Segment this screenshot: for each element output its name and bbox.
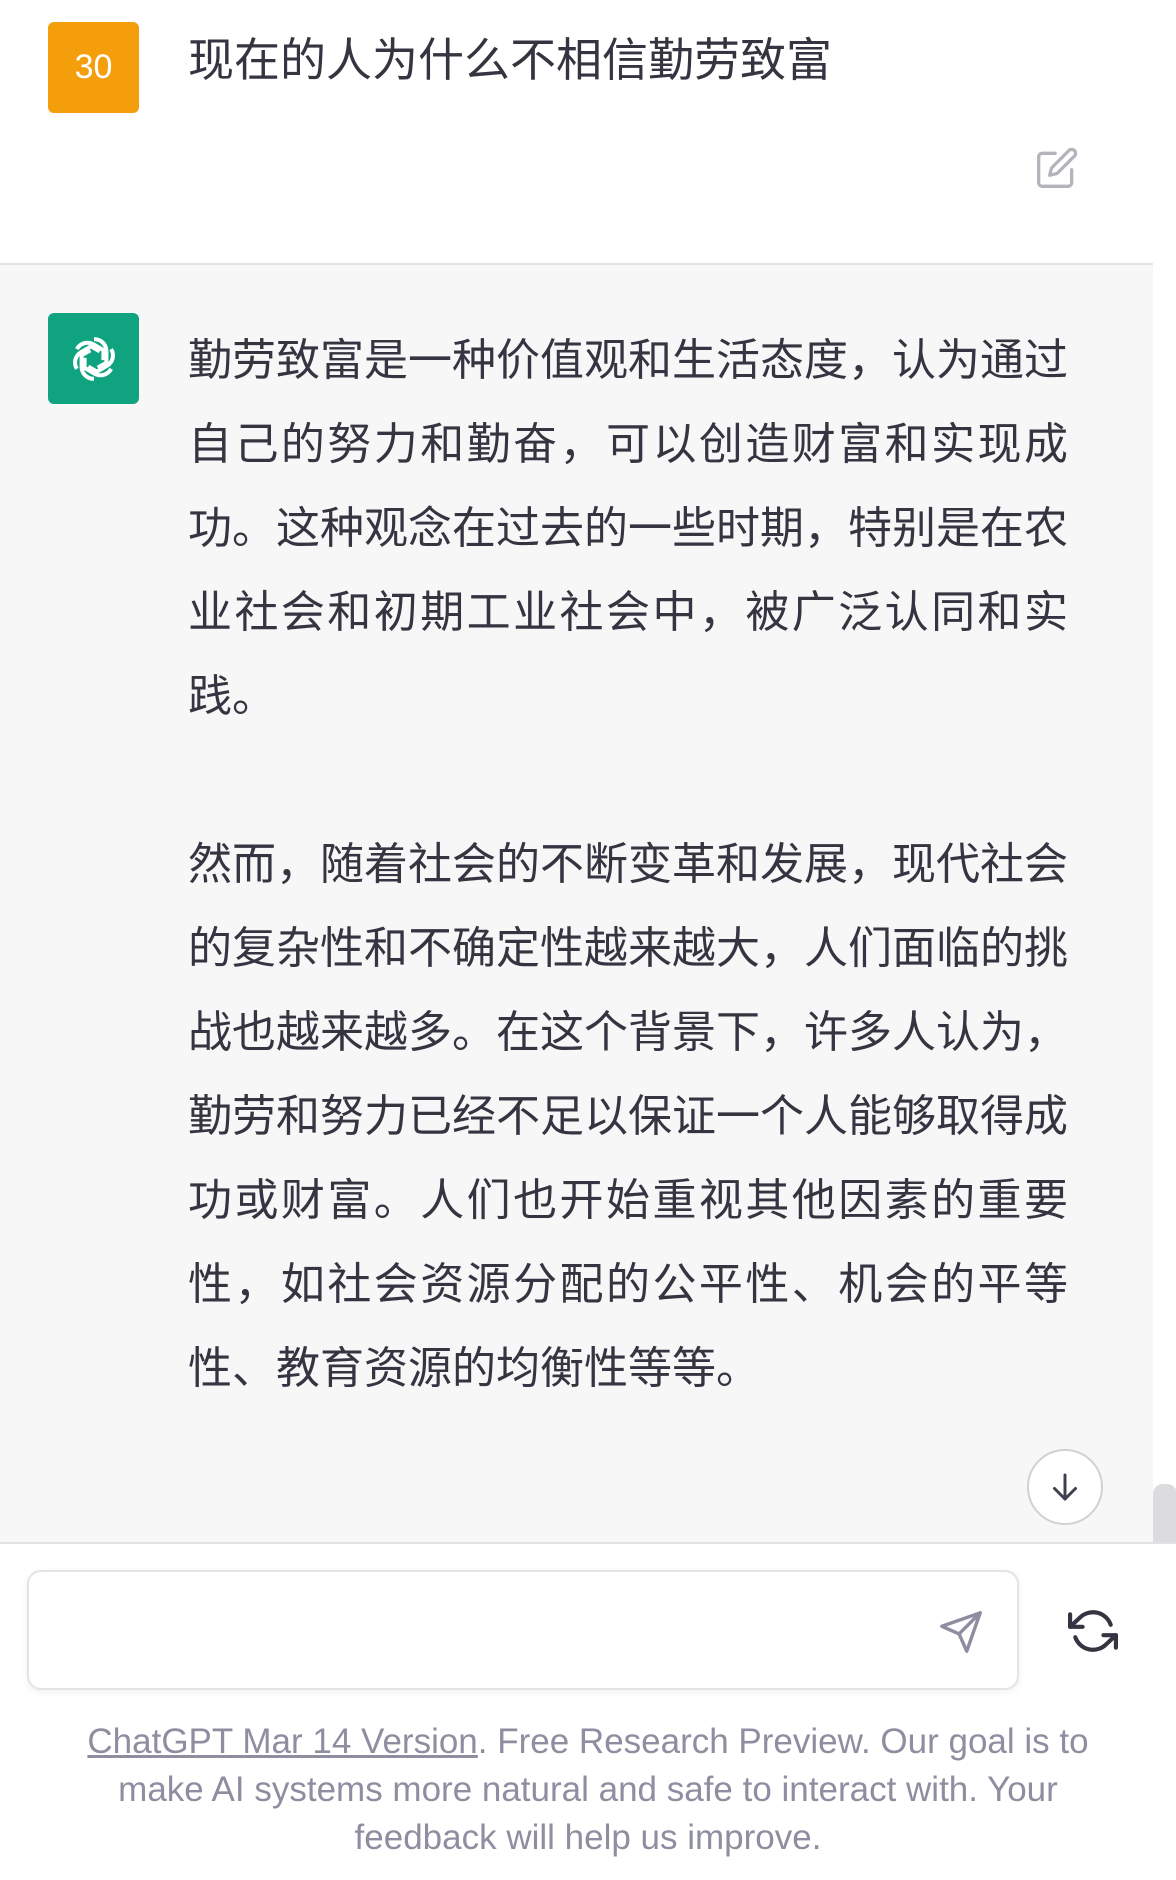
scroll-to-bottom-button[interactable] (1027, 1449, 1103, 1525)
composer-divider (0, 1542, 1176, 1544)
message-input[interactable] (55, 1602, 919, 1662)
regenerate-icon (1068, 1610, 1118, 1652)
user-message-row: 30 现在的人为什么不相信勤劳致富 (0, 0, 1176, 263)
assistant-paragraph: 然而，随着社会的不断变革和发展，现代社会的复杂性和不确定性越来越大，人们面临的挑… (188, 839, 1068, 1394)
edit-message-button[interactable] (1031, 142, 1083, 194)
regenerate-button[interactable] (1062, 1600, 1124, 1662)
scrollbar-thumb[interactable] (1153, 1484, 1176, 1542)
assistant-avatar (48, 313, 139, 404)
user-avatar: 30 (48, 22, 139, 113)
arrow-down-icon (1053, 1473, 1077, 1501)
send-button[interactable] (933, 1604, 989, 1660)
openai-logo-icon (72, 336, 115, 381)
assistant-paragraph: 勤劳致富是一种价值观和生活态度，认为通过自己的努力和勤奋，可以创造财富和实现成功… (188, 335, 1068, 722)
edit-icon (1037, 147, 1078, 188)
assistant-message-text: 勤劳致富是一种价值观和生活态度，认为通过自己的努力和勤奋，可以创造财富和实现成功… (188, 319, 1068, 1411)
footer-disclaimer: ChatGPT Mar 14 Version. Free Research Pr… (60, 1718, 1116, 1862)
version-link[interactable]: ChatGPT Mar 14 Version (87, 1722, 477, 1761)
message-composer (27, 1570, 1019, 1690)
send-icon (940, 1611, 982, 1653)
user-message-text: 现在的人为什么不相信勤劳致富 (188, 33, 832, 87)
assistant-message-row: 勤劳致富是一种价值观和生活态度，认为通过自己的努力和勤奋，可以创造财富和实现成功… (0, 265, 1153, 1542)
